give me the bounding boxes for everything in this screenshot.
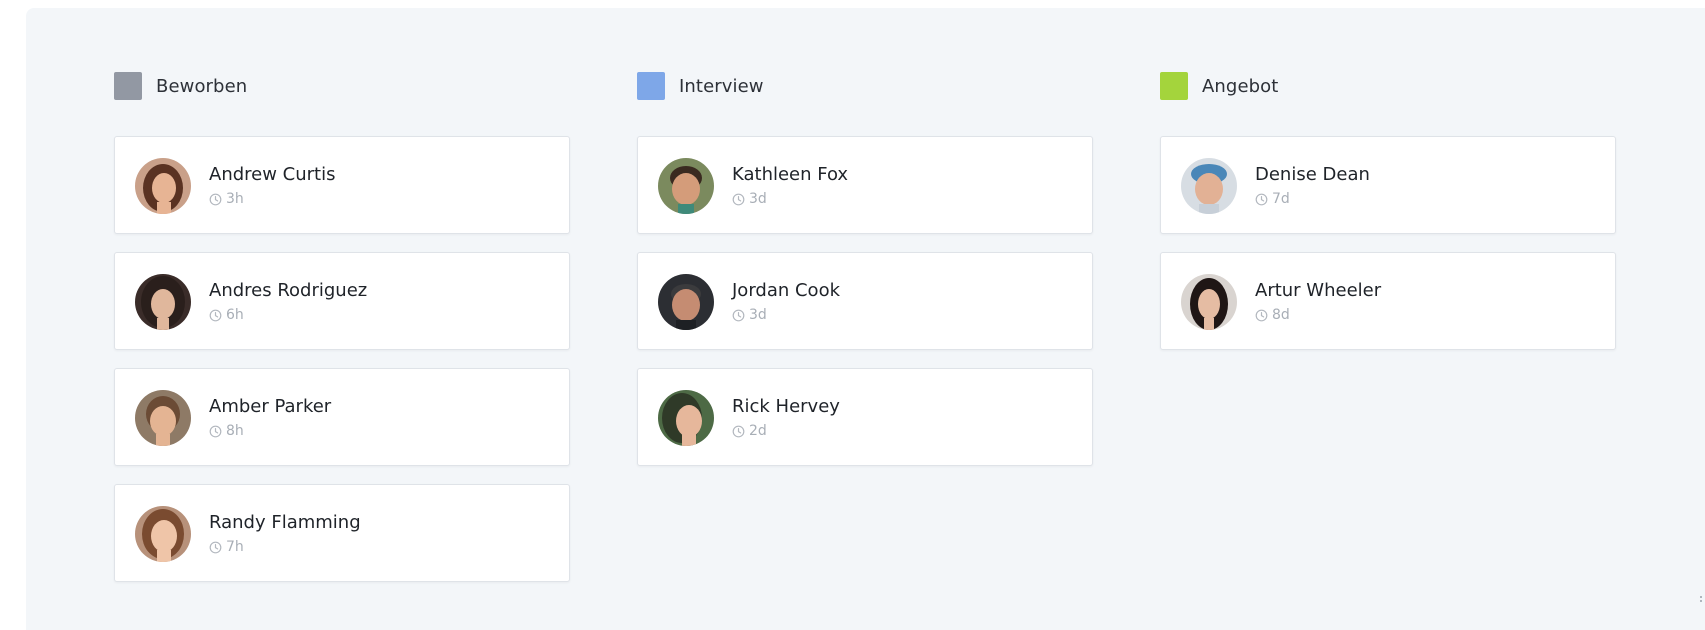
column-header: Angebot (1160, 72, 1278, 100)
clock-icon (1255, 309, 1268, 321)
candidate-time: 3d (732, 191, 767, 207)
column-title: Beworben (156, 75, 248, 97)
column-header: Interview (637, 72, 764, 100)
avatar-man-blue-cap-icon (1181, 158, 1237, 214)
time-label: 8d (1272, 307, 1290, 323)
candidate-name: Kathleen Fox (732, 164, 849, 185)
clock-icon (209, 309, 222, 321)
more-options-dots[interactable] (1700, 596, 1703, 606)
avatar-child-icon (658, 158, 714, 214)
time-label: 3d (749, 191, 767, 207)
candidate-time: 8d (1255, 307, 1290, 323)
column-title: Angebot (1202, 75, 1279, 97)
candidate-card[interactable]: Amber Parker 8h (114, 368, 570, 466)
avatar (658, 274, 714, 330)
avatar (135, 390, 191, 446)
time-label: 3d (749, 307, 767, 323)
candidate-card[interactable]: Artur Wheeler 8d (1160, 252, 1616, 350)
column-color-swatch (637, 72, 665, 100)
candidate-name: Denise Dean (1255, 164, 1370, 185)
candidate-name: Rick Hervey (732, 396, 840, 417)
avatar-woman-dark-hair-icon (135, 274, 191, 330)
candidate-card[interactable]: Kathleen Fox 3d (637, 136, 1093, 234)
avatar (135, 506, 191, 562)
time-label: 6h (226, 307, 244, 323)
time-label: 7d (1272, 191, 1290, 207)
clock-icon (209, 541, 222, 553)
clock-icon (732, 193, 745, 205)
candidate-time: 3h (209, 191, 244, 207)
avatar (1181, 274, 1237, 330)
candidate-name: Randy Flamming (209, 512, 361, 533)
candidate-card[interactable]: Andres Rodriguez 6h (114, 252, 570, 350)
column-title: Interview (679, 75, 764, 97)
clock-icon (1255, 193, 1268, 205)
candidate-card[interactable]: Denise Dean 7d (1160, 136, 1616, 234)
clock-icon (732, 425, 745, 437)
column-header: Beworben (114, 72, 247, 100)
clock-icon (732, 309, 745, 321)
candidate-card[interactable]: Jordan Cook 3d (637, 252, 1093, 350)
candidate-card[interactable]: Randy Flamming 7h (114, 484, 570, 582)
kanban-board: Beworben Andrew Curtis 3h Andres Rodrigu… (26, 8, 1705, 630)
time-label: 3h (226, 191, 244, 207)
avatar (658, 390, 714, 446)
avatar-woman-tied-hair-icon (135, 390, 191, 446)
clock-icon (209, 425, 222, 437)
candidate-time: 7d (1255, 191, 1290, 207)
avatar-woman-smiling-icon (658, 390, 714, 446)
avatar (1181, 158, 1237, 214)
clock-icon (209, 193, 222, 205)
candidate-name: Artur Wheeler (1255, 280, 1382, 301)
candidate-time: 3d (732, 307, 767, 323)
avatar-man-short-hair-icon (658, 274, 714, 330)
column-color-swatch (114, 72, 142, 100)
avatar (135, 158, 191, 214)
avatar (658, 158, 714, 214)
candidate-name: Amber Parker (209, 396, 332, 417)
candidate-name: Andres Rodriguez (209, 280, 368, 301)
avatar-woman-brown-hair-icon (135, 158, 191, 214)
candidate-card[interactable]: Andrew Curtis 3h (114, 136, 570, 234)
candidate-time: 2d (732, 423, 767, 439)
avatar (135, 274, 191, 330)
time-label: 2d (749, 423, 767, 439)
candidate-name: Andrew Curtis (209, 164, 336, 185)
avatar-woman-long-dark-hair-icon (1181, 274, 1237, 330)
candidate-card[interactable]: Rick Hervey 2d (637, 368, 1093, 466)
candidate-time: 8h (209, 423, 244, 439)
candidate-time: 6h (209, 307, 244, 323)
candidate-time: 7h (209, 539, 244, 555)
avatar-woman-light-brown-hair-icon (135, 506, 191, 562)
column-color-swatch (1160, 72, 1188, 100)
time-label: 7h (226, 539, 244, 555)
time-label: 8h (226, 423, 244, 439)
candidate-name: Jordan Cook (732, 280, 841, 301)
